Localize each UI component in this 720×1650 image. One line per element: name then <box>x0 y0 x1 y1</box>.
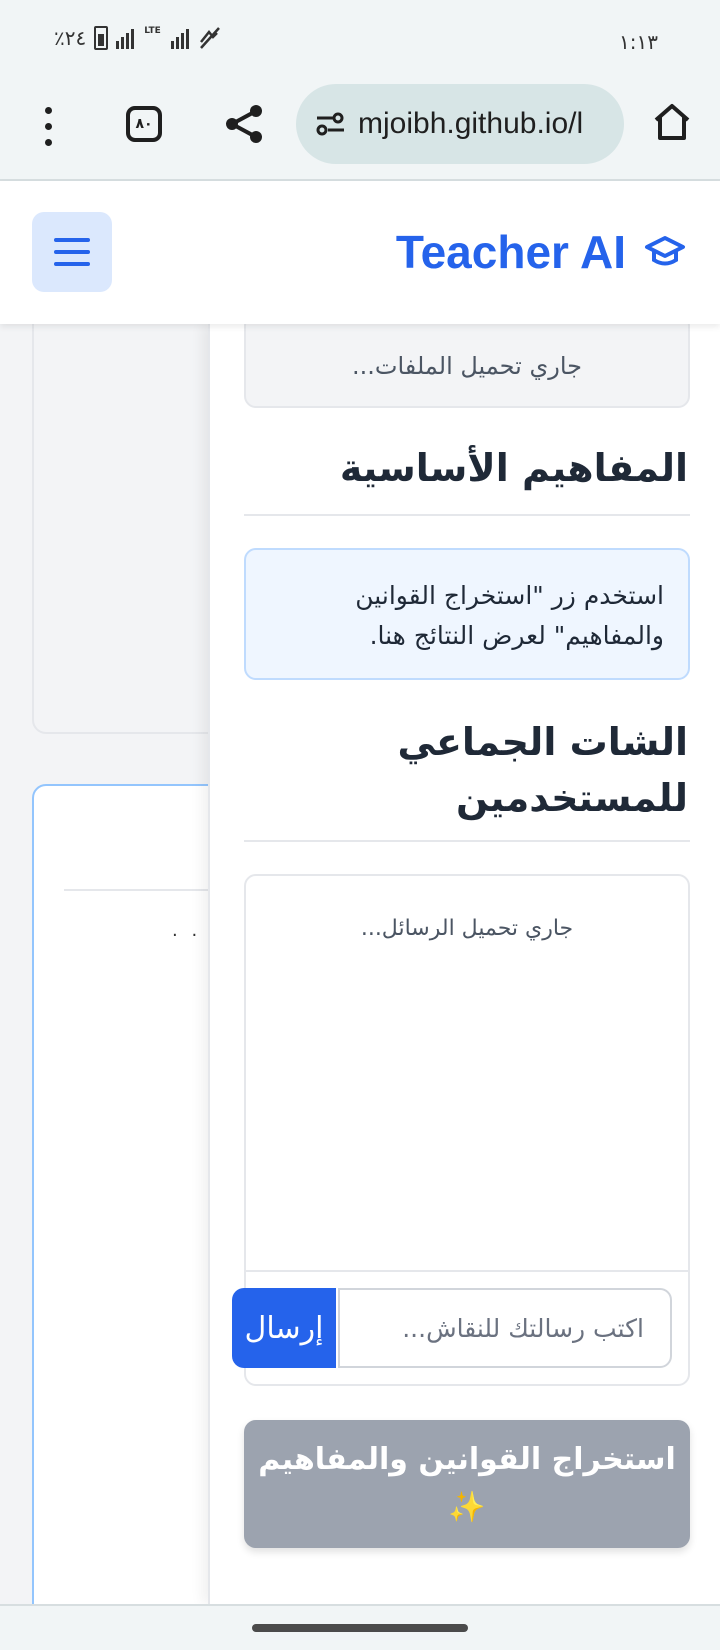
tab-count: ٨٠ <box>135 116 153 132</box>
battery-percent: ٪٢٤ <box>54 26 87 50</box>
share-icon[interactable] <box>222 102 266 146</box>
side-panel: جاري تحميل الملفات... المفاهيم الأساسية … <box>208 324 720 1604</box>
hamburger-icon <box>54 238 90 242</box>
more-options-icon[interactable] <box>36 102 60 150</box>
battery-icon <box>94 26 109 50</box>
graduation-cap-icon <box>645 236 685 266</box>
concepts-heading: المفاهيم الأساسية <box>339 446 688 490</box>
clock: ١:١٣ <box>619 30 658 54</box>
files-status: جاري تحميل الملفات... <box>244 324 690 408</box>
location-off-icon <box>199 27 220 49</box>
navigation-bar <box>0 1604 720 1650</box>
concepts-hint: استخدم زر "استخراج القوانين والمفاهيم" ل… <box>244 548 690 680</box>
background-ellipsis: . . <box>172 920 202 941</box>
chat-heading: الشات الجماعي للمستخدمين <box>397 720 688 820</box>
brand[interactable]: Teacher AI <box>396 225 686 279</box>
tab-switcher-button[interactable]: ٨٠ <box>126 106 162 142</box>
network-type: LTE <box>144 26 161 36</box>
send-button[interactable]: إرسال <box>232 1288 336 1368</box>
status-icons: ٪٢٤ LTE <box>54 26 223 50</box>
home-icon[interactable] <box>650 100 694 144</box>
app-title: Teacher AI <box>395 226 626 278</box>
status-bar: ٪٢٤ LTE ١:١٣ <box>0 0 720 78</box>
app-header: Teacher AI <box>0 181 720 324</box>
chat-message-input[interactable] <box>338 1288 672 1368</box>
gesture-handle[interactable] <box>252 1624 468 1632</box>
browser-toolbar: ٨٠ mjoibh.github.io/l <box>0 78 720 181</box>
signal-icon <box>116 27 135 49</box>
messages-status: جاري تحميل الرسائل... <box>360 916 574 941</box>
signal-icon-2 <box>170 27 189 49</box>
url-text: mjoibh.github.io/l <box>358 107 584 140</box>
extract-concepts-button[interactable]: استخراج القوانين والمفاهيم ✨ <box>244 1420 690 1548</box>
page-content: . . جاري تحميل الملفات... المفاهيم الأسا… <box>0 324 720 1604</box>
site-settings-icon[interactable] <box>314 108 346 140</box>
address-bar[interactable]: mjoibh.github.io/l <box>296 84 624 164</box>
chat-messages-area[interactable]: جاري تحميل الرسائل... <box>246 876 688 1272</box>
divider <box>244 514 690 516</box>
menu-toggle-button[interactable] <box>32 212 112 292</box>
divider <box>244 840 690 842</box>
group-chat: جاري تحميل الرسائل... إرسال <box>232 874 690 1386</box>
